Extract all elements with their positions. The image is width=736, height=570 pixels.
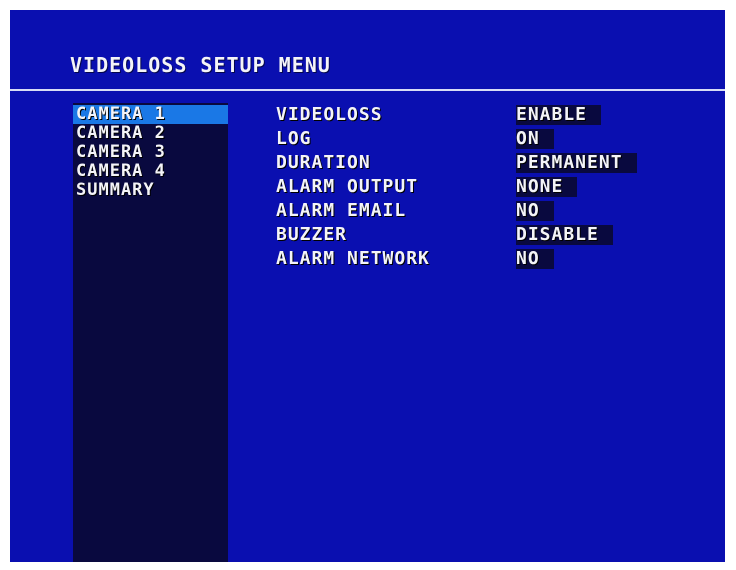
page-title: VIDEOLOSS SETUP MENU: [70, 53, 331, 77]
setting-row-duration: DURATION PERMANENT: [276, 153, 696, 177]
setting-row-alarm-network: ALARM NETWORK NO: [276, 249, 696, 273]
setting-row-buzzer: BUZZER DISABLE: [276, 225, 696, 249]
sidebar-item-camera-2[interactable]: CAMERA 2: [73, 124, 228, 143]
camera-list: CAMERA 1 CAMERA 2 CAMERA 3 CAMERA 4 SUMM…: [73, 105, 228, 200]
videoloss-value[interactable]: ENABLE: [516, 105, 602, 125]
log-value[interactable]: ON: [516, 129, 554, 149]
setting-label: LOG: [276, 128, 312, 149]
title-divider: [10, 89, 725, 91]
alarm-email-value[interactable]: NO: [516, 201, 554, 221]
setting-label: ALARM NETWORK: [276, 248, 430, 269]
setting-label: DURATION: [276, 152, 371, 173]
setting-row-videoloss: VIDEOLOSS ENABLE: [276, 105, 696, 129]
sidebar-item-summary[interactable]: SUMMARY: [73, 181, 228, 200]
setting-label: VIDEOLOSS: [276, 104, 383, 125]
osd-screen: VIDEOLOSS SETUP MENU CAMERA 1 CAMERA 2 C…: [10, 10, 725, 562]
settings-panel: VIDEOLOSS ENABLE LOG ON DURATION PERMANE…: [276, 105, 696, 273]
setting-row-alarm-email: ALARM EMAIL NO: [276, 201, 696, 225]
sidebar-item-camera-3[interactable]: CAMERA 3: [73, 143, 228, 162]
setting-label: ALARM EMAIL: [276, 200, 407, 221]
setting-label: BUZZER: [276, 224, 348, 245]
setting-label: ALARM OUTPUT: [276, 176, 419, 197]
sidebar-item-camera-4[interactable]: CAMERA 4: [73, 162, 228, 181]
setting-row-alarm-output: ALARM OUTPUT NONE: [276, 177, 696, 201]
alarm-output-value[interactable]: NONE: [516, 177, 578, 197]
setting-row-log: LOG ON: [276, 129, 696, 153]
alarm-network-value[interactable]: NO: [516, 249, 554, 269]
duration-value[interactable]: PERMANENT: [516, 153, 637, 173]
sidebar-item-camera-1[interactable]: CAMERA 1: [73, 105, 228, 124]
buzzer-value[interactable]: DISABLE: [516, 225, 613, 245]
